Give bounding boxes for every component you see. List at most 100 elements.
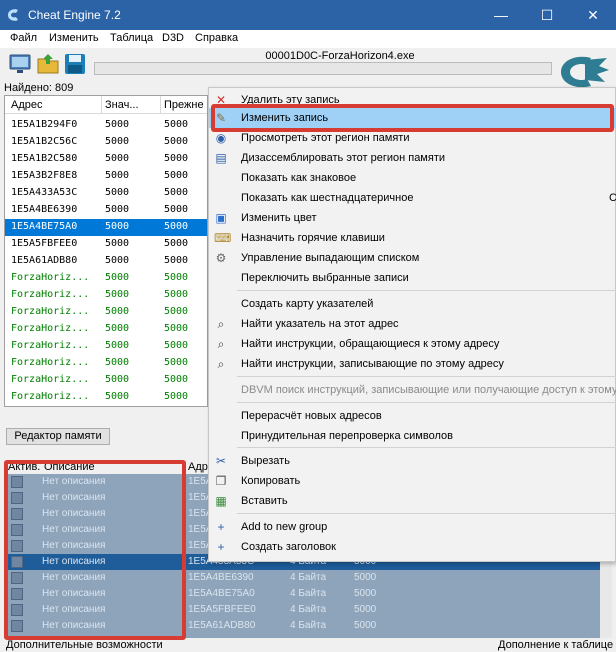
menu-item[interactable]: ▣ Изменить цвет: [209, 208, 616, 228]
result-value: 5000: [105, 306, 130, 317]
menu-highlight-frame: [211, 104, 614, 132]
result-value: 5000: [105, 374, 130, 385]
result-address: ForzaHoriz...: [11, 340, 90, 351]
save-icon[interactable]: [63, 52, 87, 76]
menu-item[interactable]: Перерасчёт новых адресов: [209, 406, 616, 426]
menu-item[interactable]: Показать как знаковое: [209, 168, 616, 188]
result-previous: 5000: [164, 323, 189, 334]
menu-item[interactable]: + Создать заголовок: [209, 537, 616, 557]
result-address: 1E5A1B2C580: [11, 153, 78, 164]
result-row[interactable]: ForzaHoriz... 5000 5000: [5, 372, 207, 389]
menu-item-label: Add to new group: [241, 521, 328, 533]
result-row[interactable]: 1E5A5FBFEE0 5000 5000: [5, 236, 207, 253]
menu-separator: [237, 402, 616, 403]
menu-item[interactable]: ⌕ Найти указатель на этот адрес: [209, 314, 616, 334]
title-bar: Cheat Engine 7.2 — ☐ ✕: [0, 0, 616, 30]
menu-item[interactable]: Создать карту указателей: [209, 294, 616, 314]
menu-item[interactable]: Переключить выбранные записи: [209, 268, 616, 288]
result-row[interactable]: ForzaHoriz... 5000 5000: [5, 321, 207, 338]
copy-icon: ❐: [215, 474, 227, 488]
result-previous: 5000: [164, 255, 189, 266]
menu-file[interactable]: Файл: [10, 32, 37, 44]
menu-edit[interactable]: Изменить: [49, 32, 99, 44]
result-row[interactable]: ForzaHoriz... 5000 5000: [5, 270, 207, 287]
col-address[interactable]: Адрес: [11, 99, 43, 111]
maximize-button[interactable]: ☐: [524, 0, 570, 30]
menu-item-label: Показать как шестнадцатеричное: [241, 192, 414, 204]
open-process-icon[interactable]: [8, 52, 32, 76]
menu-overflow-text: C: [609, 192, 616, 204]
menu-item-label: Переключить выбранные записи: [241, 272, 409, 284]
menu-item[interactable]: + Add to new group: [209, 517, 616, 537]
close-button[interactable]: ✕: [570, 0, 616, 30]
col-value[interactable]: Знач...: [105, 99, 139, 111]
menu-item-label: Создать заголовок: [241, 541, 336, 553]
memory-view-button[interactable]: Редактор памяти: [6, 428, 110, 445]
minimize-button[interactable]: —: [478, 0, 524, 30]
result-previous: 5000: [164, 374, 189, 385]
menu-help[interactable]: Справка: [195, 32, 238, 44]
menu-table[interactable]: Таблица: [110, 32, 153, 44]
cheat-engine-logo-icon[interactable]: [555, 52, 613, 92]
binoculars-icon: ◉: [215, 131, 227, 145]
result-previous: 5000: [164, 340, 189, 351]
result-value: 5000: [105, 221, 130, 232]
result-address: 1E5A61ADB80: [11, 255, 78, 266]
menu-item-label: DBVM поиск инструкций, записывающие или …: [241, 384, 616, 396]
color-icon: ▣: [215, 211, 227, 225]
row-address: 1E5A5FBFEE0: [188, 604, 256, 615]
result-address: 1E5A4BE75A0: [11, 221, 78, 232]
plus-icon: +: [217, 540, 225, 554]
result-row[interactable]: 1E5A1B2C580 5000 5000: [5, 151, 207, 168]
menu-item[interactable]: Принудительная перепроверка символов: [209, 426, 616, 446]
result-row[interactable]: ForzaHoriz... 5000 5000: [5, 287, 207, 304]
result-row[interactable]: ForzaHoriz... 5000 5000: [5, 355, 207, 372]
menu-item[interactable]: ⌕ Найти инструкции, обращающиеся к этому …: [209, 334, 616, 354]
row-value: 5000: [354, 620, 377, 631]
search-pointer-icon: ⌕: [217, 317, 225, 331]
menu-item[interactable]: DBVM поиск инструкций, записывающие или …: [209, 380, 616, 400]
result-row[interactable]: ForzaHoriz... 5000 5000: [5, 338, 207, 355]
result-row[interactable]: 1E5A4BE6390 5000 5000: [5, 202, 207, 219]
result-address: ForzaHoriz...: [11, 306, 90, 317]
result-value: 5000: [105, 289, 130, 300]
result-row[interactable]: 1E5A4BE75A0 5000 5000: [5, 219, 207, 236]
result-row[interactable]: 1E5A1B2C56C 5000 5000: [5, 134, 207, 151]
scan-results-list[interactable]: Адрес Знач... Прежне 1E5A1B294F0 5000 5000…: [4, 95, 208, 407]
disassemble-icon: ▤: [215, 151, 227, 165]
row-address: 1E5A61ADB80: [188, 620, 256, 631]
result-previous: 5000: [164, 221, 189, 232]
col-previous[interactable]: Прежне: [164, 99, 204, 111]
result-address: ForzaHoriz...: [11, 357, 90, 368]
menu-item[interactable]: ✂ Вырезать: [209, 451, 616, 471]
result-row[interactable]: 1E5A1B294F0 5000 5000: [5, 117, 207, 134]
menu-item[interactable]: ▤ Дизассемблировать этот регион памяти: [209, 148, 616, 168]
result-previous: 5000: [164, 391, 189, 402]
result-address: ForzaHoriz...: [11, 374, 90, 385]
status-bar: Дополнительные возможности Дополнение к …: [0, 638, 616, 652]
result-address: ForzaHoriz...: [11, 289, 90, 300]
result-row[interactable]: 1E5A61ADB80 5000 5000: [5, 253, 207, 270]
result-value: 5000: [105, 187, 130, 198]
result-row[interactable]: 1E5A433A53C 5000 5000: [5, 185, 207, 202]
menu-d3d[interactable]: D3D: [162, 32, 184, 44]
result-row[interactable]: 1E5A3B2F8E8 5000 5000: [5, 168, 207, 185]
advanced-options[interactable]: Дополнительные возможности: [6, 639, 163, 651]
menu-separator: [237, 290, 616, 291]
menu-item[interactable]: Показать как шестнадцатеричное: [209, 188, 616, 208]
row-value: 5000: [354, 588, 377, 599]
menu-item[interactable]: ⚙ Управление выпадающим списком: [209, 248, 616, 268]
result-previous: 5000: [164, 136, 189, 147]
result-row[interactable]: ForzaHoriz... 5000 5000: [5, 389, 207, 406]
menu-item[interactable]: ⌨ Назначить горячие клавиши: [209, 228, 616, 248]
menu-item-label: Назначить горячие клавиши: [241, 232, 385, 244]
menu-item-label: Изменить цвет: [241, 212, 317, 224]
result-row[interactable]: ForzaHoriz... 5000 5000: [5, 304, 207, 321]
search-access-icon: ⌕: [217, 337, 225, 351]
menu-item[interactable]: ⌕ Найти инструкции, записывающие по этому…: [209, 354, 616, 374]
menu-item[interactable]: ▦ Вставить: [209, 491, 616, 511]
result-address: 1E5A1B294F0: [11, 119, 78, 130]
open-file-icon[interactable]: [36, 52, 60, 76]
menu-item[interactable]: ❐ Копировать: [209, 471, 616, 491]
table-extras[interactable]: Дополнение к таблице: [498, 639, 613, 651]
